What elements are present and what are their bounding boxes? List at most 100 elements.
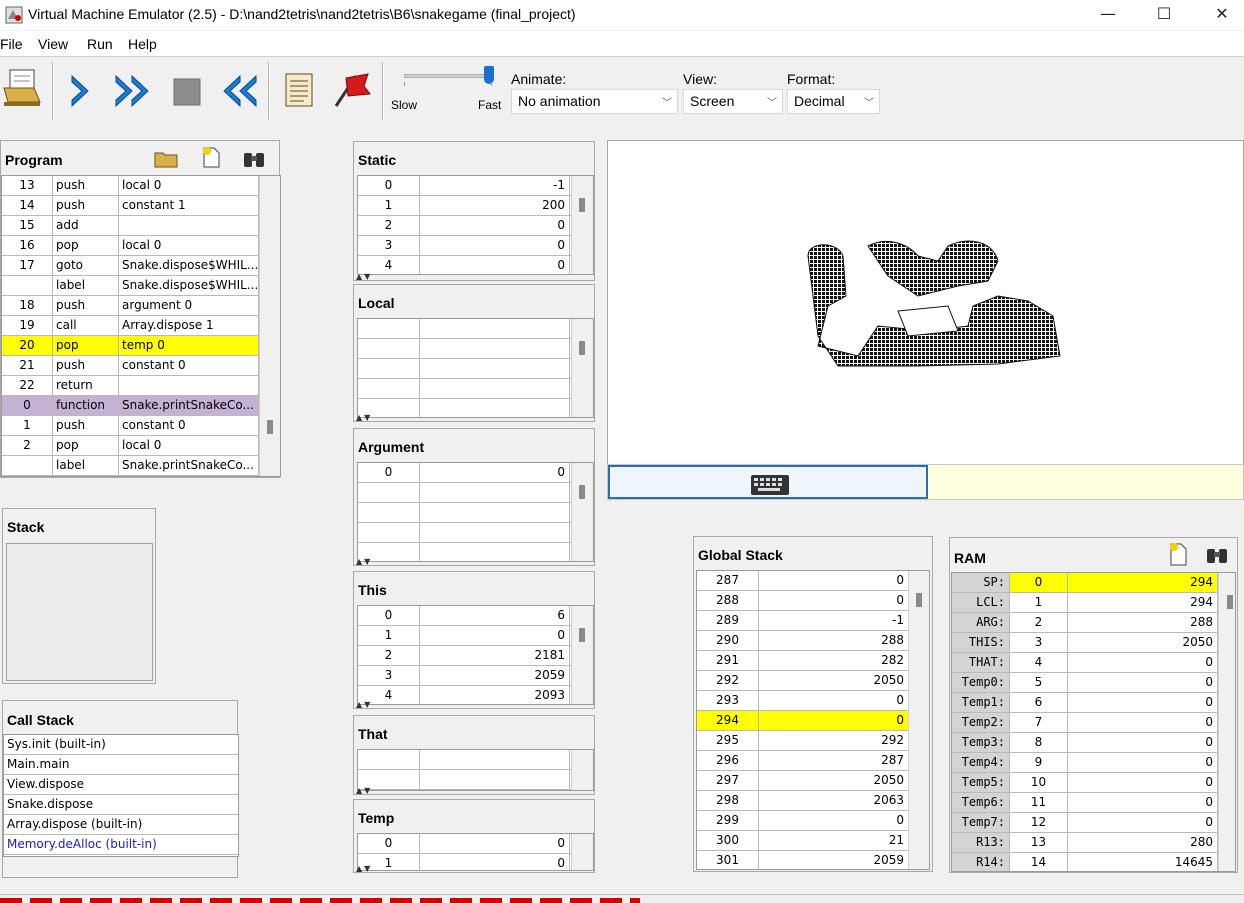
static-row[interactable]: 0 -1	[358, 176, 593, 196]
format-select[interactable]: Decimal ﹀	[787, 89, 880, 114]
ram-row[interactable]: SP: 0 294	[952, 573, 1235, 593]
this-row[interactable]: 4 2093	[358, 686, 593, 704]
global-stack-row[interactable]: 295 292	[697, 731, 929, 751]
static-row[interactable]: 30	[358, 236, 593, 256]
program-row[interactable]: 21 push constant 0	[2, 356, 280, 376]
ram-row[interactable]: THIS: 3 2050	[952, 633, 1235, 653]
global-stack-row[interactable]: 289 -1	[697, 611, 929, 631]
temp-row[interactable]: 00	[358, 834, 593, 854]
ram-row[interactable]: LCL: 1 294	[952, 593, 1235, 613]
single-step-button[interactable]	[58, 64, 108, 116]
run-button[interactable]	[110, 64, 160, 116]
this-scrollbar[interactable]	[571, 606, 593, 704]
temp-scrollbar[interactable]	[571, 834, 593, 870]
global-stack-row[interactable]: 291 282	[697, 651, 929, 671]
argument-row[interactable]: 00	[358, 463, 593, 483]
call-stack-item[interactable]: Sys.init (built-in)	[4, 735, 238, 755]
program-row[interactable]: label Snake.printSnakeCo...	[2, 456, 280, 476]
new-file-icon[interactable]	[1166, 541, 1190, 567]
argument-row[interactable]	[358, 523, 593, 543]
ram-row[interactable]: R14: 14 14645	[952, 853, 1235, 871]
global-stack-row[interactable]: 297 2050	[697, 771, 929, 791]
local-scrollbar[interactable]	[571, 319, 593, 417]
temp-row[interactable]: 10	[358, 854, 593, 870]
call-stack-item[interactable]: Memory.deAlloc (built-in)	[4, 835, 238, 855]
global-stack-scrollbar[interactable]	[908, 571, 929, 869]
scroll-thumb[interactable]	[579, 198, 585, 212]
this-row[interactable]: 10	[358, 626, 593, 646]
scroll-thumb[interactable]	[1227, 595, 1233, 609]
scroll-thumb[interactable]	[579, 341, 585, 355]
global-stack-row[interactable]: 301 2059	[697, 851, 929, 869]
global-stack-row[interactable]: 296 287	[697, 751, 929, 771]
program-row[interactable]: 20 pop temp 0	[2, 336, 280, 356]
global-stack-row[interactable]: 294 0	[697, 711, 929, 731]
breakpoints-button[interactable]	[326, 64, 376, 116]
global-stack-row[interactable]: 298 2063	[697, 791, 929, 811]
argument-scrollbar[interactable]	[571, 463, 593, 561]
resize-handle[interactable]: ▲▼	[356, 865, 372, 873]
global-stack-row[interactable]: 299 0	[697, 811, 929, 831]
ram-row[interactable]: Temp4: 9 0	[952, 753, 1235, 773]
call-stack-item[interactable]: Array.dispose (built-in)	[4, 815, 238, 835]
program-row[interactable]: 19 call Array.dispose 1	[2, 316, 280, 336]
binoculars-icon[interactable]	[241, 147, 267, 169]
resize-handle[interactable]: ▲▼	[356, 558, 372, 566]
program-row[interactable]: 2 pop local 0	[2, 436, 280, 456]
minimize-button[interactable]: —	[1084, 0, 1132, 30]
global-stack-row[interactable]: 293 0	[697, 691, 929, 711]
program-row[interactable]: 14 push constant 1	[2, 196, 280, 216]
scroll-thumb[interactable]	[579, 485, 585, 499]
ram-row[interactable]: THAT: 4 0	[952, 653, 1235, 673]
resize-handle[interactable]: ▲▼	[356, 787, 372, 795]
speed-slider[interactable]	[400, 66, 500, 88]
argument-row[interactable]	[358, 503, 593, 523]
ram-row[interactable]: Temp5: 10 0	[952, 773, 1235, 793]
menu-view[interactable]: View	[38, 36, 68, 52]
folder-icon[interactable]	[153, 147, 179, 169]
maximize-button[interactable]: ☐	[1140, 0, 1188, 30]
menu-help[interactable]: Help	[128, 36, 157, 52]
call-stack-item[interactable]: View.dispose	[4, 775, 238, 795]
this-row[interactable]: 2 2181	[358, 646, 593, 666]
program-row[interactable]: 17 goto Snake.dispose$WHIL...	[2, 256, 280, 276]
ram-row[interactable]: Temp1: 6 0	[952, 693, 1235, 713]
binoculars-icon[interactable]	[1204, 543, 1230, 565]
global-stack-row[interactable]: 288 0	[697, 591, 929, 611]
menu-run[interactable]: Run	[87, 36, 113, 52]
program-row[interactable]: 18 push argument 0	[2, 296, 280, 316]
that-scrollbar[interactable]	[571, 750, 593, 790]
program-row[interactable]: 22 return	[2, 376, 280, 396]
program-row[interactable]: 13 push local 0	[2, 176, 280, 196]
reset-button[interactable]	[214, 64, 264, 116]
static-row[interactable]: 20	[358, 216, 593, 236]
program-row[interactable]: 16 pop local 0	[2, 236, 280, 256]
static-row[interactable]: 40	[358, 256, 593, 274]
global-stack-row[interactable]: 287 0	[697, 571, 929, 591]
scroll-thumb[interactable]	[267, 420, 273, 434]
global-stack-row[interactable]: 290 288	[697, 631, 929, 651]
program-scrollbar[interactable]	[259, 176, 280, 476]
that-row[interactable]	[358, 750, 593, 770]
program-row[interactable]: label Snake.dispose$WHIL...	[2, 276, 280, 296]
ram-row[interactable]: Temp6: 11 0	[952, 793, 1235, 813]
ram-row[interactable]: Temp7: 12 0	[952, 813, 1235, 833]
resize-handle[interactable]: ▲▼	[356, 701, 372, 709]
static-row[interactable]: 1 200	[358, 196, 593, 216]
argument-row[interactable]	[358, 483, 593, 503]
ram-row[interactable]: Temp0: 5 0	[952, 673, 1235, 693]
local-row[interactable]	[358, 399, 593, 417]
ram-row[interactable]: ARG: 2 288	[952, 613, 1235, 633]
load-program-button[interactable]	[0, 64, 50, 116]
local-row[interactable]	[358, 319, 593, 339]
stop-button[interactable]	[162, 64, 212, 116]
animate-select[interactable]: No animation ﹀	[511, 89, 678, 114]
argument-row[interactable]	[358, 543, 593, 561]
program-row[interactable]: 0 function Snake.printSnakeCo...	[2, 396, 280, 416]
local-row[interactable]	[358, 359, 593, 379]
new-file-icon[interactable]	[199, 145, 223, 169]
this-row[interactable]: 06	[358, 606, 593, 626]
keyboard-input[interactable]	[608, 465, 928, 499]
resize-handle[interactable]: ▲▼	[356, 414, 372, 422]
that-row[interactable]	[358, 770, 593, 790]
